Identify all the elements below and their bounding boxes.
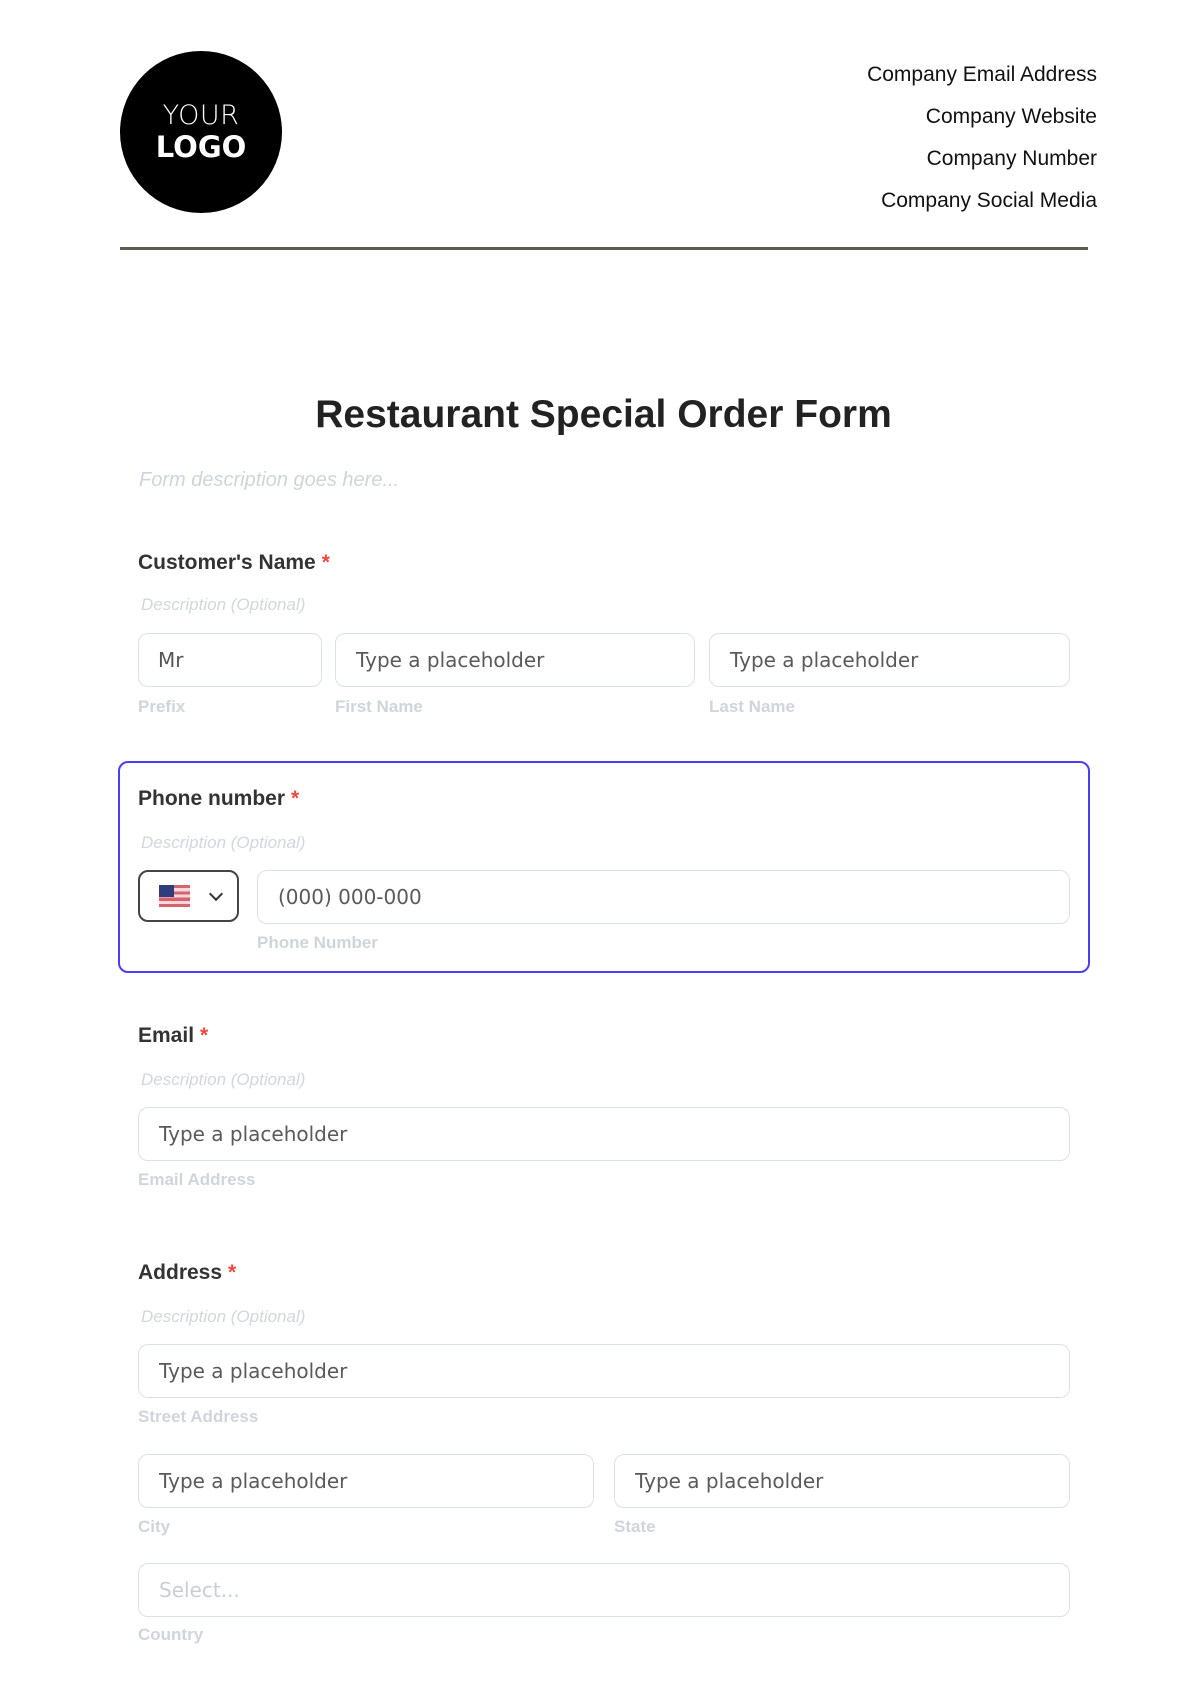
street-address-sublabel: Street Address [138,1407,259,1426]
company-logo: YOUR LOGO [120,51,282,213]
header-divider [120,247,1088,250]
state-placeholder: Type a placeholder [635,1469,824,1493]
first-name-placeholder: Type a placeholder [356,648,545,672]
address-label-text: Address [138,1261,223,1284]
required-marker: * [291,787,300,810]
customer-name-label: Customer's Name * [138,551,330,575]
company-number: Company Number [926,147,1097,170]
city-sublabel: City [138,1517,171,1536]
phone-label: Phone number * [138,787,299,811]
city-placeholder: Type a placeholder [159,1469,348,1493]
prefix-input[interactable]: Mr [138,633,322,687]
email-placeholder: Type a placeholder [159,1122,348,1146]
form-description[interactable]: Form description goes here... [139,469,399,492]
address-label: Address * [138,1261,236,1285]
first-name-sublabel: First Name [335,697,423,716]
last-name-input[interactable]: Type a placeholder [709,633,1070,687]
email-description[interactable]: Description (Optional) [141,1070,305,1090]
customer-name-description[interactable]: Description (Optional) [141,595,305,615]
phone-description[interactable]: Description (Optional) [141,833,305,853]
city-input[interactable]: Type a placeholder [138,1454,594,1508]
first-name-input[interactable]: Type a placeholder [335,633,695,687]
email-label: Email * [138,1024,208,1048]
state-sublabel: State [614,1517,656,1536]
form-title[interactable]: Restaurant Special Order Form [0,393,1200,437]
country-sublabel: Country [138,1625,204,1644]
chevron-down-icon [208,886,224,901]
us-flag-icon [159,885,190,907]
required-marker: * [200,1024,209,1047]
email-label-text: Email [138,1024,195,1047]
required-marker: * [228,1261,237,1284]
logo-line-1: YOUR [162,100,240,131]
phone-number-input[interactable]: (000) 000-000 [257,870,1070,924]
address-description[interactable]: Description (Optional) [141,1307,305,1327]
phone-number-placeholder: (000) 000-000 [278,885,422,909]
company-email: Company Email Address [867,63,1097,86]
email-sublabel: Email Address [138,1170,256,1189]
state-input[interactable]: Type a placeholder [614,1454,1070,1508]
phone-label-text: Phone number [138,787,286,810]
country-code-select[interactable] [138,870,239,922]
logo-line-2: LOGO [155,130,247,164]
email-input[interactable]: Type a placeholder [138,1107,1070,1161]
last-name-sublabel: Last Name [709,697,795,716]
country-select[interactable]: Select... [138,1563,1070,1617]
last-name-placeholder: Type a placeholder [730,648,919,672]
country-select-placeholder: Select... [159,1578,240,1602]
phone-number-sublabel: Phone Number [257,933,378,952]
street-address-placeholder: Type a placeholder [159,1359,348,1383]
street-address-input[interactable]: Type a placeholder [138,1344,1070,1398]
prefix-sublabel: Prefix [138,697,186,716]
required-marker: * [321,551,330,574]
customer-name-label-text: Customer's Name [138,551,316,574]
company-contact-info: Company Email Address Company Website Co… [867,54,1097,222]
prefix-value: Mr [158,648,184,672]
company-social-media: Company Social Media [881,189,1097,212]
company-website: Company Website [925,105,1097,128]
